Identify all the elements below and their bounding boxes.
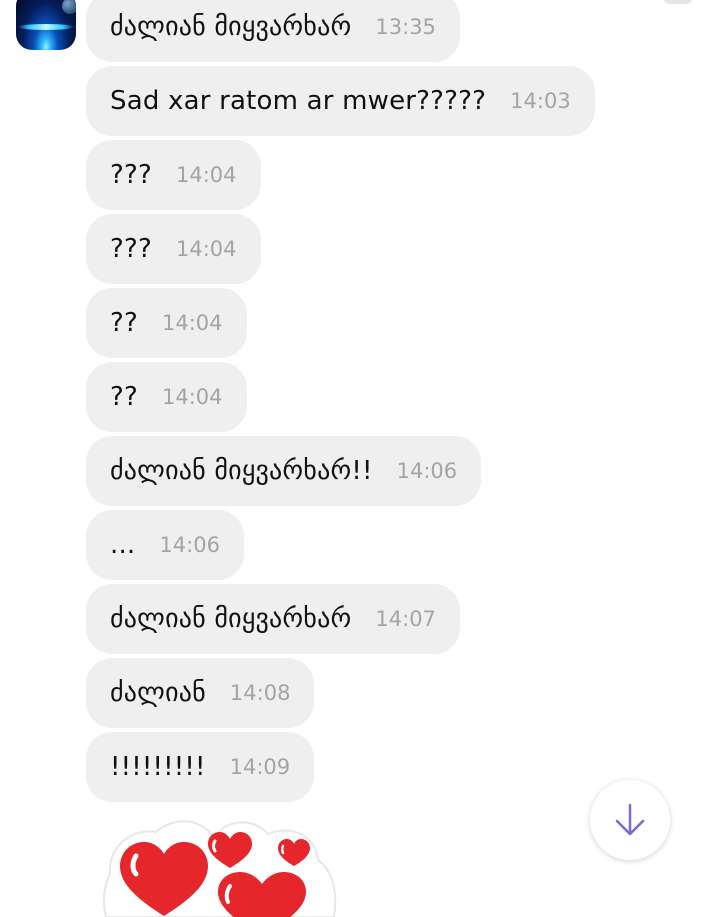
message-bubble[interactable]: ?? 14:04 bbox=[86, 362, 247, 432]
message-row: ... 14:06 bbox=[86, 510, 686, 584]
message-row: ?? 14:04 bbox=[86, 288, 686, 362]
message-text: ძალიან მიყვარხარ bbox=[110, 12, 352, 42]
message-bubble[interactable]: ??? 14:04 bbox=[86, 140, 261, 210]
message-text: ძალიან bbox=[110, 678, 206, 708]
message-text: ?? bbox=[110, 382, 138, 412]
message-time: 14:08 bbox=[229, 681, 291, 705]
avatar[interactable] bbox=[16, 0, 76, 50]
message-row: ძალიან მიყვარხარ 14:07 bbox=[86, 584, 686, 658]
hearts-sticker[interactable] bbox=[102, 816, 338, 917]
message-time: 14:04 bbox=[162, 385, 223, 409]
message-text: ??? bbox=[110, 160, 152, 190]
avatar-horizon bbox=[18, 24, 74, 30]
message-time: 14:06 bbox=[159, 533, 220, 557]
message-row: ძალიან 14:08 bbox=[86, 658, 686, 732]
message-bubble[interactable]: Sad xar ratom ar mwer????? 14:03 bbox=[86, 66, 595, 136]
message-time: 14:09 bbox=[229, 755, 291, 779]
message-text: !!!!!!!!! bbox=[110, 752, 206, 782]
message-time: 14:04 bbox=[176, 163, 237, 187]
hearts-sticker-icon bbox=[102, 820, 337, 917]
message-text: ??? bbox=[110, 234, 152, 264]
message-text: ?? bbox=[110, 308, 138, 338]
message-list: ძალიან მიყვარხარ 13:35 Sad xar ratom ar … bbox=[86, 0, 686, 806]
message-time: 14:04 bbox=[176, 237, 237, 261]
message-bubble[interactable]: ... 14:06 bbox=[86, 510, 244, 580]
message-time: 14:07 bbox=[375, 607, 436, 631]
message-bubble[interactable]: ძალიან 14:08 bbox=[86, 658, 315, 728]
message-row: ძალიან მიყვარხარ!! 14:06 bbox=[86, 436, 686, 510]
avatar-planet bbox=[62, 0, 76, 14]
message-bubble[interactable]: !!!!!!!!! 14:09 bbox=[86, 732, 315, 802]
message-row: ძალიან მიყვარხარ 13:35 bbox=[86, 0, 686, 66]
message-row: Sad xar ratom ar mwer????? 14:03 bbox=[86, 66, 686, 140]
chat-screen: ძალიან მიყვარხარ 13:35 Sad xar ratom ar … bbox=[0, 0, 720, 917]
message-time: 13:35 bbox=[375, 15, 436, 39]
message-text: ძალიან მიყვარხარ bbox=[110, 604, 352, 634]
scroll-to-bottom-button[interactable] bbox=[590, 780, 670, 860]
message-bubble[interactable]: ?? 14:04 bbox=[86, 288, 247, 358]
message-bubble[interactable]: ძალიან მიყვარხარ 13:35 bbox=[86, 0, 460, 62]
message-bubble[interactable]: ძალიან მიყვარხარ 14:07 bbox=[86, 584, 460, 654]
message-bubble[interactable]: ძალიან მიყვარხარ!! 14:06 bbox=[86, 436, 482, 506]
message-time: 14:06 bbox=[396, 459, 458, 483]
message-text: ... bbox=[110, 530, 136, 560]
arrow-down-icon bbox=[615, 803, 645, 836]
message-row: ??? 14:04 bbox=[86, 140, 686, 214]
message-text: Sad xar ratom ar mwer????? bbox=[110, 86, 487, 116]
message-text: ძალიან მიყვარხარ!! bbox=[110, 456, 373, 486]
message-row: ?? 14:04 bbox=[86, 362, 686, 436]
message-row: ??? 14:04 bbox=[86, 214, 686, 288]
message-time: 14:03 bbox=[510, 89, 571, 113]
message-bubble[interactable]: ??? 14:04 bbox=[86, 214, 261, 284]
message-row: !!!!!!!!! 14:09 bbox=[86, 732, 686, 806]
message-time: 14:04 bbox=[162, 311, 223, 335]
